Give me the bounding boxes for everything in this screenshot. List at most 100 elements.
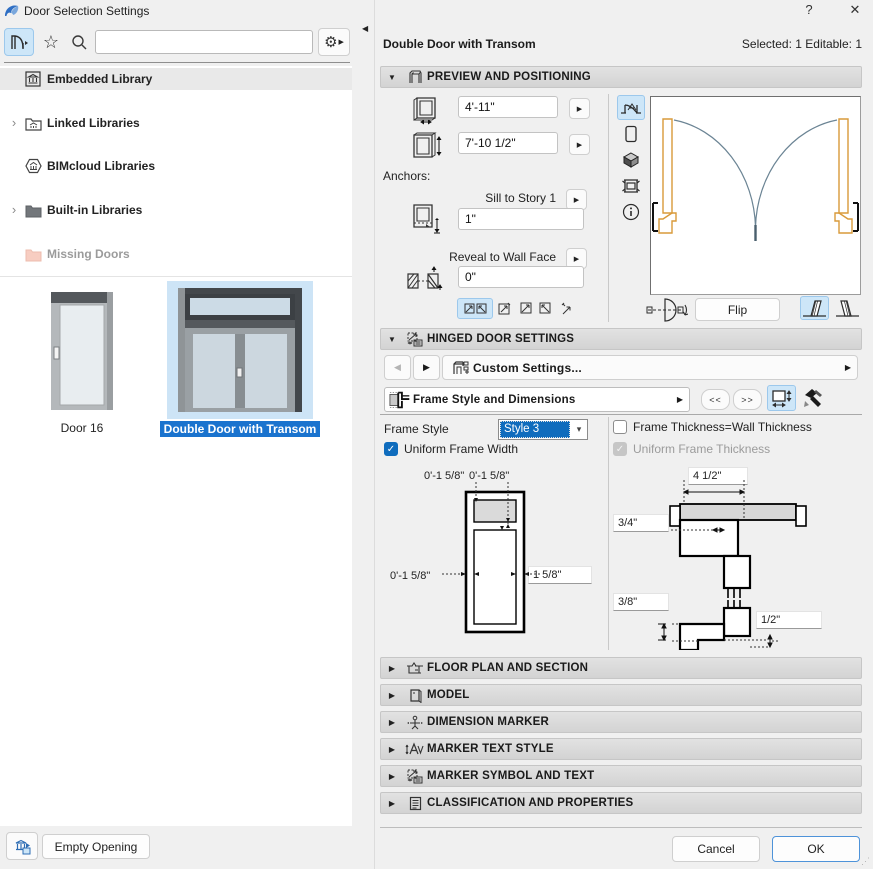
chevron-right-icon: ▶ — [844, 363, 851, 372]
settings-menu-button[interactable]: ⚙ ▶ — [318, 28, 350, 56]
help-button[interactable]: ? — [795, 2, 823, 22]
door-selection-settings-dialog: Door Selection Settings ? ✕ ☆ ⚙ ▶ ◀ Embed… — [0, 0, 873, 869]
checkbox-checked-icon[interactable]: ✓ — [384, 442, 398, 456]
door-plan-preview[interactable] — [650, 96, 861, 295]
frame-thickness-checkbox[interactable]: Frame Thickness=Wall Thickness — [613, 420, 812, 434]
uniform-frame-width-checkbox[interactable]: ✓ Uniform Frame Width — [384, 442, 518, 456]
tree-item-label: Linked Libraries — [47, 116, 140, 130]
door-width-field[interactable]: 4'-11" — [458, 96, 558, 118]
swing-direction-left-button[interactable] — [800, 296, 829, 320]
flip-button[interactable]: Flip — [695, 298, 780, 321]
mirror-swing-icon[interactable] — [644, 296, 688, 324]
resize-icon — [772, 389, 792, 408]
width-options-button[interactable]: ▶ — [569, 98, 590, 119]
anchor-left-icon[interactable] — [520, 302, 532, 314]
chevron-right-icon: ▶ — [388, 663, 396, 673]
left-bottom-bar: Empty Opening — [0, 830, 352, 869]
info-view-button[interactable] — [617, 199, 645, 224]
chevron-right-icon: ▶ — [388, 744, 396, 754]
elevation-icon — [625, 125, 637, 142]
door-tool-icon — [11, 35, 28, 49]
sill-height-icon — [410, 202, 446, 236]
library-building-icon — [24, 71, 42, 87]
door-frame-icon — [403, 70, 427, 84]
tree-item-built-in-libraries[interactable]: › Built-in Libraries — [0, 199, 352, 221]
door-height-field[interactable]: 7'-10 1/2" — [458, 132, 558, 154]
empty-opening-button[interactable]: Empty Opening — [42, 834, 150, 859]
section-model[interactable]: ▶ MODEL — [380, 684, 862, 706]
sill-height-field[interactable]: 1" — [458, 208, 584, 230]
section-hinged-door-settings[interactable]: ▼ HINGED DOOR SETTINGS — [380, 328, 862, 350]
ok-button[interactable]: OK — [772, 836, 860, 862]
anchor-pair-selected[interactable] — [457, 298, 493, 319]
tree-item-label: BIMcloud Libraries — [47, 159, 156, 173]
chevron-right-icon: ▶ — [388, 690, 396, 700]
height-options-button[interactable]: ▶ — [569, 134, 590, 155]
frame-width-top-right-value: 0'-1 5/8" — [469, 470, 510, 482]
anchor-custom-icon[interactable] — [560, 302, 573, 315]
favorites-button[interactable]: ☆ — [38, 28, 64, 56]
animation-view-button[interactable] — [617, 173, 645, 198]
element-type-button[interactable] — [4, 28, 34, 56]
search-input[interactable] — [95, 30, 313, 54]
tree-item-label: Missing Doors — [47, 247, 130, 261]
resize-grip[interactable]: ⋰ — [861, 856, 871, 867]
panel-collapse-arrow-icon[interactable]: ◀ — [362, 24, 368, 33]
load-library-button[interactable] — [6, 832, 38, 860]
custom-settings-selector[interactable]: Custom Settings... ▶ — [442, 355, 858, 380]
cancel-button[interactable]: Cancel — [672, 836, 760, 862]
tree-item-bimcloud-libraries[interactable]: BIMcloud Libraries — [0, 155, 352, 177]
reveal-depth-field[interactable]: 0" — [458, 266, 584, 288]
preview-mode-strip — [617, 95, 647, 225]
swing-direction-right-button[interactable] — [833, 296, 862, 320]
uniform-frame-thickness-checkbox: ✓ Uniform Frame Thickness — [613, 442, 770, 456]
previous-favorite-button[interactable]: ◀ — [384, 355, 411, 380]
door-height-icon — [410, 131, 444, 161]
expand-chevron-icon[interactable]: › — [8, 203, 20, 216]
previous-page-button[interactable]: << — [701, 389, 730, 410]
anchor-center-icon[interactable] — [498, 302, 511, 315]
search-icon[interactable] — [66, 28, 92, 56]
next-favorite-button[interactable]: ▶ — [413, 355, 440, 380]
checkbox-unchecked-icon[interactable] — [613, 420, 627, 434]
thumbnail-double-door-with-transom[interactable]: Double Door with Transom — [159, 281, 321, 437]
frame-style-selected-value: Style 3 — [500, 421, 570, 438]
surface-paint-button[interactable] — [799, 385, 828, 411]
tree-item-missing-doors[interactable]: Missing Doors — [0, 243, 352, 265]
door-leaf-left-icon — [803, 300, 826, 317]
sill-anchor-label[interactable]: Sill to Story 1 — [458, 191, 556, 205]
elevation-view-button[interactable] — [617, 121, 645, 146]
chevron-right-icon: ▶ — [676, 395, 683, 404]
frame-style-select[interactable]: Style 3 ▾ — [498, 419, 588, 440]
chevron-down-icon: ▾ — [576, 424, 582, 434]
anchor-right-icon[interactable] — [539, 302, 551, 314]
section-preview-and-positioning[interactable]: ▼ PREVIEW AND POSITIONING — [380, 66, 862, 88]
thumbnail-door-16[interactable]: Door 16 — [32, 285, 132, 435]
close-button[interactable]: ✕ — [840, 2, 870, 22]
title-bar: Door Selection Settings ? ✕ — [0, 0, 873, 24]
section-marker-symbol-and-text[interactable]: ▶ MARKER SYMBOL AND TEXT — [380, 765, 862, 787]
library-manager-icon — [15, 839, 30, 854]
marker-text-style-icon — [403, 741, 427, 757]
section-dimension-marker[interactable]: ▶ DIMENSION MARKER — [380, 711, 862, 733]
frame-width-top-left-value: 0'-1 5/8" — [424, 470, 465, 482]
tree-item-embedded-library[interactable]: Embedded Library — [0, 68, 352, 90]
model-3d-view-button[interactable] — [617, 147, 645, 172]
section-floor-plan-and-section[interactable]: ▶ FLOOR PLAN AND SECTION — [380, 657, 862, 679]
settings-page-selector[interactable]: Frame Style and Dimensions ▶ — [384, 387, 690, 412]
door-leaf-right-icon — [836, 300, 859, 317]
info-icon — [622, 203, 640, 220]
sill-anchor-options-button[interactable]: ▶ — [566, 189, 587, 210]
resize-mode-button[interactable] — [767, 385, 796, 411]
next-page-button[interactable]: >> — [733, 389, 762, 410]
expand-chevron-icon[interactable]: › — [8, 116, 20, 129]
section-marker-text-style[interactable]: ▶ MARKER TEXT STYLE — [380, 738, 862, 760]
custom-settings-icon — [449, 360, 473, 376]
plan-view-button[interactable] — [617, 95, 645, 120]
chevron-right-icon: ▶ — [388, 717, 396, 727]
reveal-anchor-label[interactable]: Reveal to Wall Face — [430, 250, 556, 264]
tree-item-linked-libraries[interactable]: › Linked Libraries — [0, 112, 352, 134]
anchors-label: Anchors: — [383, 169, 431, 183]
section-classification-and-properties[interactable]: ▶ CLASSIFICATION AND PROPERTIES — [380, 792, 862, 814]
selection-status: Selected: 1 Editable: 1 — [741, 37, 862, 51]
